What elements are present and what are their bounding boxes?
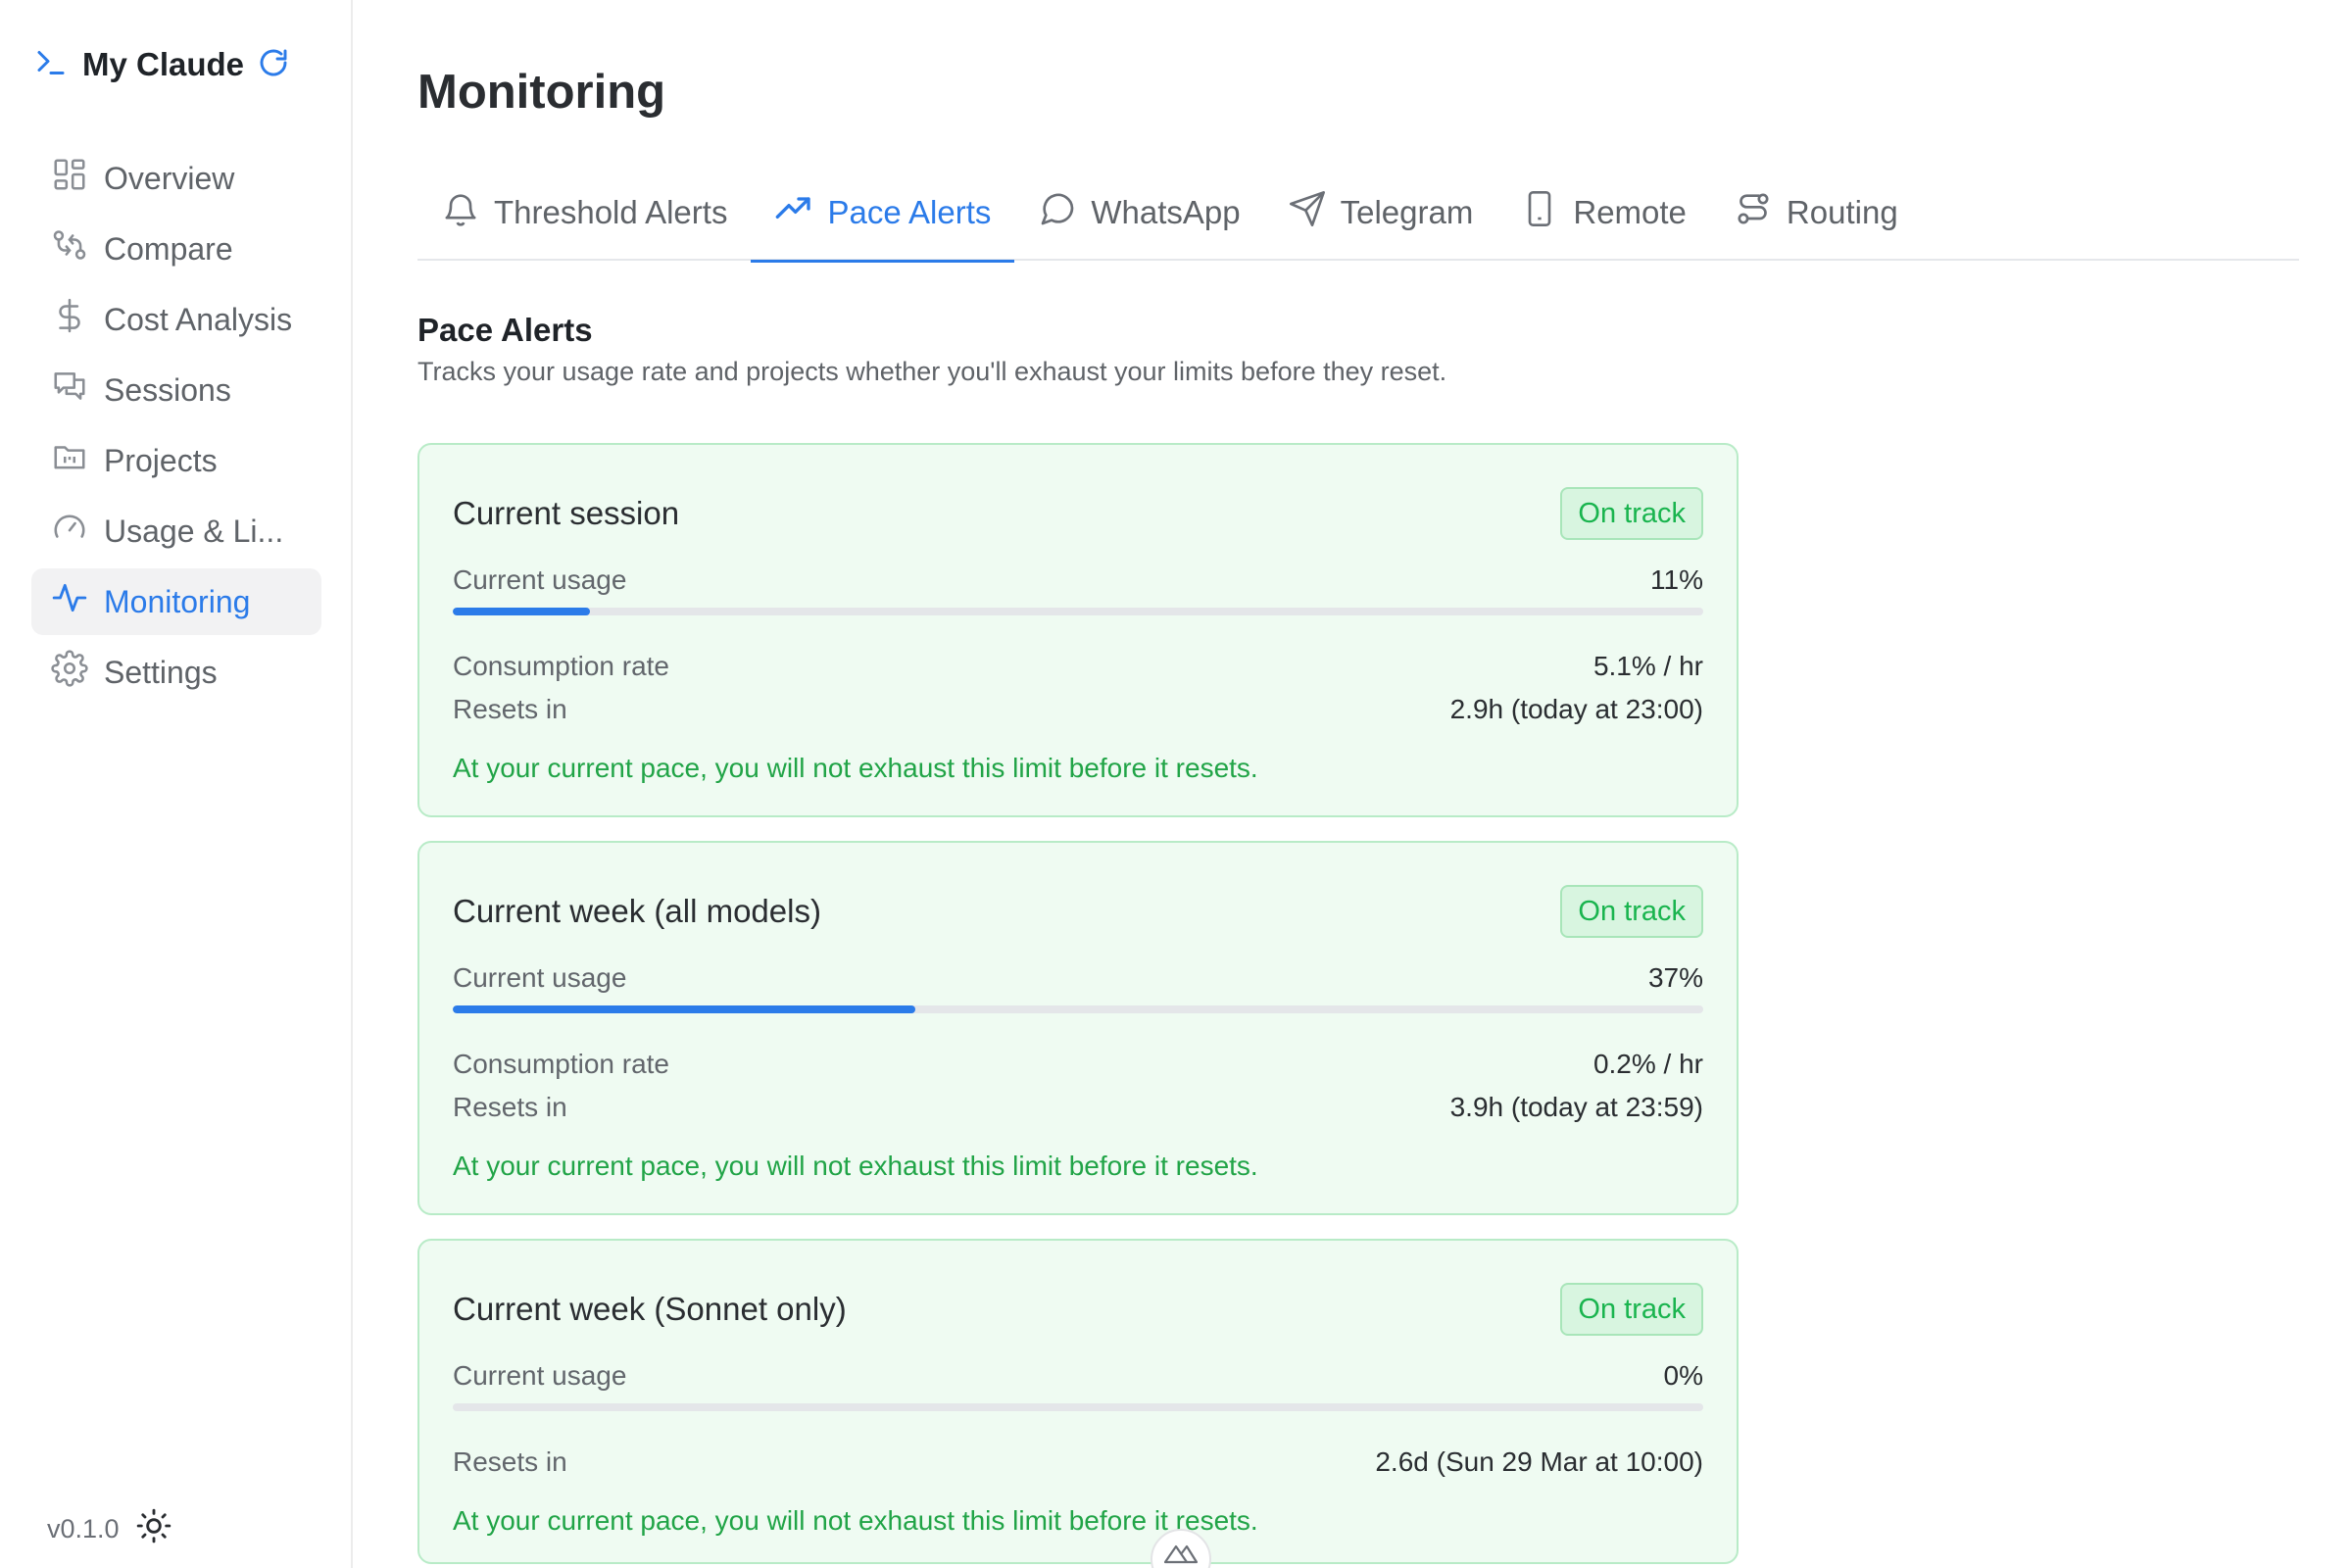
- usage-progress-bar: [453, 1403, 1703, 1411]
- message-circle-icon: [1038, 189, 1077, 236]
- sun-icon[interactable]: [135, 1507, 172, 1551]
- reset-row: Resets in 2.9h (today at 23:00): [453, 688, 1703, 731]
- pace-card-session: Current session On track Current usage 1…: [417, 443, 1739, 817]
- sidebar-item-label: Compare: [104, 230, 233, 267]
- usage-progress-fill: [453, 608, 591, 615]
- sidebar-item-usage-limits[interactable]: Usage & Li...: [31, 498, 321, 564]
- sidebar-item-label: Projects: [104, 442, 218, 478]
- tab-whatsapp[interactable]: WhatsApp: [1014, 182, 1263, 261]
- usage-value: 11%: [1650, 564, 1703, 595]
- reset-value: 2.9h (today at 23:00): [1449, 694, 1703, 724]
- send-icon: [1288, 189, 1327, 236]
- reset-label: Resets in: [453, 1092, 567, 1122]
- reset-label: Resets in: [453, 694, 567, 724]
- route-icon: [1734, 189, 1773, 236]
- sidebar-item-projects[interactable]: Projects: [31, 427, 321, 494]
- card-title: Current session: [453, 495, 680, 531]
- section-description: Tracks your usage rate and projects whet…: [417, 357, 1447, 386]
- usage-progress-bar: [453, 608, 1703, 615]
- pace-note: At your current pace, you will not exhau…: [453, 1505, 1258, 1536]
- dollar-icon: [51, 297, 88, 342]
- trending-up-icon: [774, 189, 813, 236]
- sidebar-item-settings[interactable]: Settings: [31, 639, 321, 706]
- tab-pace-alerts[interactable]: Pace Alerts: [751, 182, 1015, 263]
- usage-row: Current usage 37%: [453, 956, 1703, 1000]
- rate-row: Consumption rate 0.2% / hr: [453, 1043, 1703, 1086]
- usage-label: Current usage: [453, 1360, 627, 1391]
- pace-note: At your current pace, you will not exhau…: [453, 1151, 1258, 1181]
- status-badge: On track: [1560, 885, 1703, 938]
- rate-label: Consumption rate: [453, 651, 670, 681]
- tab-label: Telegram: [1340, 194, 1474, 230]
- compare-icon: [51, 226, 88, 271]
- card-title: Current week (Sonnet only): [453, 1291, 847, 1327]
- status-badge: On track: [1560, 1283, 1703, 1336]
- usage-value: 0%: [1663, 1360, 1703, 1391]
- usage-progress-bar: [453, 1005, 1703, 1013]
- sidebar-item-label: Settings: [104, 654, 218, 690]
- tab-label: Routing: [1786, 194, 1898, 230]
- sidebar-item-label: Sessions: [104, 371, 231, 408]
- pace-note: At your current pace, you will not exhau…: [453, 753, 1258, 783]
- tab-remote[interactable]: Remote: [1496, 182, 1710, 261]
- mountain-logo-icon: [1163, 1543, 1199, 1568]
- chat-icon: [51, 368, 88, 413]
- pace-card-week-sonnet: Current week (Sonnet only) On track Curr…: [417, 1239, 1739, 1564]
- reset-value: 3.9h (today at 23:59): [1449, 1092, 1703, 1122]
- sidebar-nav: Overview Compare Cost Analysis Sessions …: [31, 145, 321, 710]
- usage-progress-fill: [453, 1005, 916, 1013]
- status-badge: On track: [1560, 487, 1703, 540]
- reset-row: Resets in 3.9h (today at 23:59): [453, 1086, 1703, 1129]
- tab-routing[interactable]: Routing: [1710, 182, 1922, 261]
- gear-icon: [51, 650, 88, 695]
- rate-value: 5.1% / hr: [1592, 651, 1703, 681]
- rate-value: 0.2% / hr: [1592, 1049, 1703, 1079]
- phone-icon: [1520, 189, 1559, 236]
- bell-icon: [441, 189, 480, 236]
- sidebar-item-label: Monitoring: [104, 583, 251, 619]
- usage-row: Current usage 11%: [453, 559, 1703, 602]
- rate-label: Consumption rate: [453, 1049, 670, 1079]
- sidebar-item-label: Cost Analysis: [104, 301, 293, 337]
- sidebar-item-monitoring[interactable]: Monitoring: [31, 568, 321, 635]
- sidebar-item-sessions[interactable]: Sessions: [31, 357, 321, 423]
- tab-threshold-alerts[interactable]: Threshold Alerts: [417, 182, 751, 261]
- tab-label: Threshold Alerts: [494, 194, 728, 230]
- brand[interactable]: My Claude: [33, 43, 289, 86]
- sidebar-item-cost-analysis[interactable]: Cost Analysis: [31, 286, 321, 353]
- sidebar-item-overview[interactable]: Overview: [31, 145, 321, 212]
- pace-card-week-all: Current week (all models) On track Curre…: [417, 841, 1739, 1215]
- usage-value: 37%: [1647, 962, 1703, 993]
- card-title: Current week (all models): [453, 893, 821, 929]
- usage-label: Current usage: [453, 962, 627, 993]
- app-name: My Claude: [82, 46, 245, 82]
- reset-value: 2.6d (Sun 29 Mar at 10:00): [1375, 1446, 1703, 1477]
- rate-row: Consumption rate 5.1% / hr: [453, 645, 1703, 688]
- page-title: Monitoring: [417, 66, 666, 119]
- folder-icon: [51, 438, 88, 483]
- section-title: Pace Alerts: [417, 312, 593, 348]
- sidebar-item-compare[interactable]: Compare: [31, 216, 321, 282]
- reset-label: Resets in: [453, 1446, 567, 1477]
- usage-label: Current usage: [453, 564, 627, 595]
- tab-label: WhatsApp: [1091, 194, 1241, 230]
- gauge-icon: [51, 509, 88, 554]
- reset-row: Resets in 2.6d (Sun 29 Mar at 10:00): [453, 1441, 1703, 1484]
- tab-bar: Threshold Alerts Pace Alerts WhatsApp Te…: [417, 182, 2299, 263]
- tab-label: Pace Alerts: [827, 194, 992, 230]
- sidebar-item-label: Usage & Li...: [104, 513, 284, 549]
- tab-telegram[interactable]: Telegram: [1264, 182, 1497, 261]
- terminal-icon: [33, 45, 69, 85]
- version-footer: v0.1.0: [47, 1507, 172, 1551]
- sidebar: My Claude Overview Compare Cost Analysis…: [0, 0, 353, 1568]
- sidebar-item-label: Overview: [104, 160, 235, 196]
- usage-row: Current usage 0%: [453, 1354, 1703, 1397]
- version-label: v0.1.0: [47, 1514, 120, 1544]
- main-content: Monitoring Threshold Alerts Pace Alerts …: [417, 0, 2299, 1568]
- grid-icon: [51, 156, 88, 201]
- refresh-icon[interactable]: [258, 47, 289, 83]
- activity-icon: [51, 579, 88, 624]
- tab-label: Remote: [1573, 194, 1687, 230]
